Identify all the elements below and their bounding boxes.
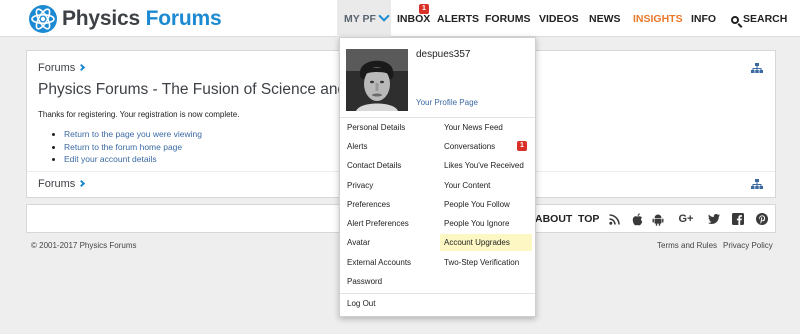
nav-videos[interactable]: VIDEOS [539,0,579,37]
my-pf-dropdown-menu: despues357 Your Profile Page Personal De… [339,37,536,317]
divider [340,293,535,294]
nav-insights[interactable]: INSIGHTS [633,0,683,37]
inbox-count-badge: 1 [419,4,429,14]
sitemap-icon[interactable] [751,63,763,74]
nav-search-label: SEARCH [743,12,788,25]
privacy-link[interactable]: Privacy Policy [723,241,773,250]
username[interactable]: despues357 [416,49,471,60]
menu-item-contact-details[interactable]: Contact Details [347,157,401,174]
menu-item-alerts[interactable]: Alerts [347,138,367,155]
list-item[interactable]: Return to the page you were viewing [52,128,202,141]
menu-item-people-you-follow[interactable]: People You Follow [440,196,532,213]
nav-info[interactable]: INFO [691,0,716,37]
menu-item-news-feed[interactable]: Your News Feed [440,119,532,136]
chevron-down-icon [378,9,390,22]
apple-icon[interactable] [630,212,644,226]
list-item[interactable]: Edit your account details [52,153,202,166]
next-steps-list: Return to the page you were viewing Retu… [52,128,202,166]
nav-info-label: INFO [691,12,717,25]
breadcrumb-forums-bottom: Forums [38,178,76,190]
edit-account-link[interactable]: Edit your account details [64,154,157,164]
registration-message: Thanks for registering. Your registratio… [38,110,240,119]
sitemap-icon[interactable] [751,179,763,190]
terms-link[interactable]: Terms and Rules [657,241,717,250]
nav-inbox-label: INBOX [397,12,431,25]
nav-news[interactable]: NEWS [589,0,621,37]
site-logo[interactable]: Physics Forums [28,3,222,35]
list-item[interactable]: Return to the forum home page [52,141,202,154]
logo-word-physics: Physics [62,7,140,30]
nav-my-pf[interactable]: MY PF [337,0,391,37]
log-out-button[interactable]: Log Out [347,295,375,312]
nav-inbox[interactable]: INBOX 1 [397,0,430,37]
nav-forums[interactable]: FORUMS [485,0,531,37]
menu-item-privacy[interactable]: Privacy [347,177,373,194]
menu-item-people-you-ignore[interactable]: People You Ignore [440,215,532,232]
menu-item-avatar[interactable]: Avatar [347,234,370,251]
menu-item-preferences[interactable]: Preferences [347,196,390,213]
menu-item-alert-preferences[interactable]: Alert Preferences [347,215,409,232]
menu-item-personal-details[interactable]: Personal Details [347,119,405,136]
nav-insights-label: INSIGHTS [633,12,683,25]
nav-news-label: NEWS [589,12,621,25]
nav-forums-label: FORUMS [485,12,531,25]
nav-alerts[interactable]: ALERTS [437,0,479,37]
rss-icon[interactable] [607,212,621,226]
twitter-icon[interactable] [707,212,721,226]
your-profile-page-link[interactable]: Your Profile Page [416,98,478,107]
menu-item-external-accounts[interactable]: External Accounts [347,254,411,271]
conversations-count-badge: 1 [517,141,527,151]
site-header: Physics Forums MY PF INBOX 1 ALERTS FORU… [0,0,800,37]
menu-item-likes-received[interactable]: Likes You've Received [440,157,532,174]
nav-search[interactable]: SEARCH [731,0,787,37]
google-plus-icon[interactable]: G+ [675,212,697,226]
facebook-icon[interactable] [731,212,745,226]
return-to-page-link[interactable]: Return to the page you were viewing [64,129,202,139]
avatar-photo [346,49,408,111]
nav-alerts-label: ALERTS [437,12,479,25]
chevron-right-icon [78,63,86,72]
atom-logo-icon [29,5,57,33]
footer-top-link[interactable]: TOP [578,213,599,225]
pinterest-icon[interactable] [755,212,769,226]
avatar[interactable] [346,49,408,111]
android-icon[interactable] [651,212,665,226]
nav-my-pf-label: MY PF [344,12,376,25]
breadcrumb-bottom[interactable]: Forums [38,178,86,190]
copyright-text: © 2001-2017 Physics Forums [31,241,137,250]
menu-item-your-content[interactable]: Your Content [440,177,532,194]
page-title: Physics Forums - The Fusion of Science a… [38,81,347,98]
chevron-right-icon [78,179,86,188]
breadcrumb-forums: Forums [38,62,76,74]
return-to-home-link[interactable]: Return to the forum home page [64,142,182,152]
breadcrumb[interactable]: Forums [38,62,86,74]
logo-text: Physics Forums [62,7,222,31]
menu-item-two-step-verification[interactable]: Two-Step Verification [440,254,532,271]
divider [340,117,535,118]
search-icon [731,15,739,24]
menu-item-account-upgrades[interactable]: Account Upgrades [440,234,532,251]
nav-videos-label: VIDEOS [539,12,579,25]
footer-about-link[interactable]: ABOUT [535,213,572,225]
menu-item-password[interactable]: Password [347,273,382,290]
logo-word-forums: Forums [145,7,222,30]
